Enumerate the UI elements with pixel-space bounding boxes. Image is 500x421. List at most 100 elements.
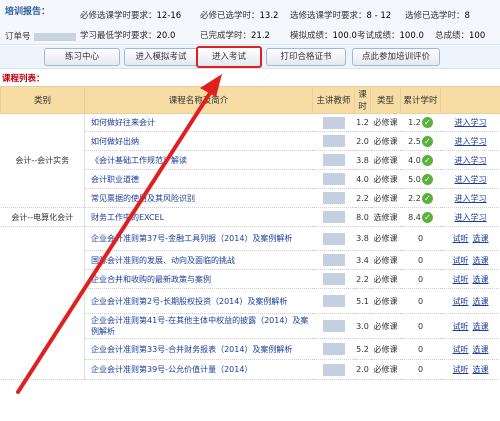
type-cell: 必修课 — [370, 131, 401, 151]
actions-cell: 试听 选课 — [440, 338, 500, 360]
teacher-redacted — [322, 173, 345, 185]
course-name-link[interactable]: 企业会计准则第37号-金融工具列报（2014）及案例解析 — [84, 226, 313, 251]
teacher-cell — [312, 288, 355, 314]
enter-study-link[interactable]: 进入学习 — [455, 175, 487, 184]
col-actions — [440, 86, 500, 114]
stat-total-score: 总成绩：100 — [435, 31, 486, 41]
teacher-cell — [312, 150, 355, 170]
teacher-redacted — [322, 363, 345, 376]
accumulated-cell: 2.5 ✓ — [400, 131, 441, 151]
actions-cell: 试听 选课 — [440, 288, 500, 314]
select-course-link[interactable]: 选课 — [473, 256, 489, 265]
teacher-cell — [312, 207, 355, 227]
select-course-link[interactable]: 选课 — [473, 345, 489, 354]
course-name-link[interactable]: 企业会计准则第33号-合并财务报表（2014）及案例解析 — [84, 338, 313, 360]
actions-cell: 进入学习 — [440, 113, 500, 132]
course-table: 类别 课程名称及简介 主讲教师 课时 类型 累计学时 会计--会计实务 如何做好往… — [0, 86, 500, 380]
trial-listen-link[interactable]: 试听 — [453, 275, 469, 284]
type-cell: 必修课 — [370, 338, 401, 360]
print-certificate-button[interactable]: 打印合格证书 — [266, 48, 346, 66]
check-circle-icon: ✓ — [421, 154, 433, 166]
course-name-link[interactable]: 财务工作中的EXCEL — [84, 207, 313, 227]
order-number-redacted — [33, 32, 76, 41]
teacher-redacted — [322, 343, 345, 355]
action-bar: 练习中心 进入模拟考试 进入考试 打印合格证书 点此参加培训评价 — [0, 46, 500, 69]
table-header: 类别 课程名称及简介 主讲教师 课时 类型 累计学时 — [0, 86, 500, 114]
training-evaluation-button[interactable]: 点此参加培训评价 — [352, 48, 440, 66]
check-circle-icon: ✓ — [421, 192, 433, 204]
trial-listen-link[interactable]: 试听 — [453, 345, 469, 354]
teacher-cell — [312, 188, 355, 208]
teacher-cell — [312, 338, 355, 360]
course-name-link[interactable]: 国际会计准则的发展、动向及面临的挑战 — [84, 250, 313, 270]
hours-cell: 5.2 — [354, 338, 371, 360]
check-circle-icon: ✓ — [421, 211, 433, 223]
accumulated-value: 4.0 — [408, 155, 421, 165]
course-name-link[interactable]: 企业会计准则第2号-长期股权投资（2014）及案例解析 — [84, 288, 313, 314]
stat-required-selected: 必修已选学时：13.2 — [200, 11, 279, 21]
practice-center-button[interactable]: 练习中心 — [44, 48, 120, 66]
col-type: 类型 — [370, 86, 401, 114]
actions-cell: 试听 选课 — [440, 226, 500, 251]
enter-study-link[interactable]: 进入学习 — [455, 156, 487, 165]
teacher-redacted — [322, 254, 345, 266]
accumulated-cell: 0 — [400, 313, 441, 339]
course-name-link[interactable]: 企业会计准则第41号-在其他主体中权益的披露（2014）及案例解析 — [84, 313, 313, 339]
type-cell: 选修课 — [370, 207, 401, 227]
course-name-link[interactable]: 如何做好出纳 — [84, 131, 313, 151]
select-course-link[interactable]: 选课 — [473, 322, 489, 331]
type-cell: 必修课 — [370, 313, 401, 339]
teacher-cell — [312, 169, 355, 189]
enter-study-link[interactable]: 进入学习 — [455, 194, 487, 203]
trial-listen-link[interactable]: 试听 — [453, 365, 469, 374]
teacher-cell — [312, 359, 355, 380]
enter-study-link[interactable]: 进入学习 — [455, 118, 487, 127]
hours-cell: 3.8 — [354, 226, 371, 251]
accumulated-cell: 0 — [400, 359, 441, 380]
teacher-redacted — [322, 295, 345, 307]
hours-cell: 3.4 — [354, 250, 371, 270]
course-name-link[interactable]: 《会计基础工作规范》解读 — [84, 150, 313, 170]
course-name-link[interactable]: 企业会计准则第39号-公允价值计量（2014） — [84, 359, 313, 380]
accumulated-cell: 5.0 ✓ — [400, 169, 441, 189]
teacher-redacted — [322, 154, 345, 166]
course-name-link[interactable]: 企业合并和收购的最新政策与案例 — [84, 269, 313, 289]
teacher-redacted — [322, 135, 345, 147]
actions-cell: 进入学习 — [440, 169, 500, 189]
accumulated-cell: 0 — [400, 226, 441, 251]
select-course-link[interactable]: 选课 — [473, 234, 489, 243]
table-row: 企业会计准则第37号-金融工具列报（2014）及案例解析 3.8 必修课 0 试听 选课 — [0, 226, 500, 380]
mock-exam-button[interactable]: 进入模拟考试 — [124, 48, 198, 66]
trial-listen-link[interactable]: 试听 — [453, 256, 469, 265]
course-name-link[interactable]: 会计职业道德 — [84, 169, 313, 189]
accumulated-cell: 1.2 ✓ — [400, 113, 441, 132]
stat-completed-hours: 已完成学时：21.2 — [200, 31, 270, 41]
accumulated-value: 0 — [417, 365, 424, 374]
enter-study-link[interactable]: 进入学习 — [455, 213, 487, 222]
type-cell: 必修课 — [370, 169, 401, 189]
trial-listen-link[interactable]: 试听 — [453, 234, 469, 243]
enter-exam-button[interactable]: 进入考试 — [196, 46, 262, 68]
training-report: 培训报告： 订单号 必修选课学时要求：12-16 必修已选学时：13.2 选修选… — [0, 0, 500, 45]
enter-study-link[interactable]: 进入学习 — [455, 137, 487, 146]
table-row: 会计--会计实务 如何做好往来会计 1.2 必修课 1.2 ✓ 进入学习 — [0, 113, 500, 208]
select-course-link[interactable]: 选课 — [473, 365, 489, 374]
category-cell: 会计--会计实务 — [0, 113, 85, 208]
accumulated-cell: 4.0 ✓ — [400, 150, 441, 170]
trial-listen-link[interactable]: 试听 — [453, 297, 469, 306]
actions-cell: 进入学习 — [440, 188, 500, 208]
teacher-redacted — [322, 116, 345, 129]
type-cell: 必修课 — [370, 288, 401, 314]
hours-cell: 4.0 — [354, 169, 371, 189]
select-course-link[interactable]: 选课 — [473, 297, 489, 306]
course-name-link[interactable]: 如何做好往来会计 — [84, 113, 313, 132]
accumulated-cell: 2.2 ✓ — [400, 188, 441, 208]
course-name-link[interactable]: 常见票据的使用及其风险识别 — [84, 188, 313, 208]
stat-required-hours: 必修选课学时要求：12-16 — [80, 11, 182, 21]
actions-cell: 进入学习 — [440, 207, 500, 227]
trial-listen-link[interactable]: 试听 — [453, 322, 469, 331]
accumulated-value: 2.5 — [408, 136, 421, 146]
select-course-link[interactable]: 选课 — [473, 275, 489, 284]
accumulated-value: 5.0 — [408, 174, 421, 184]
type-cell: 必修课 — [370, 188, 401, 208]
